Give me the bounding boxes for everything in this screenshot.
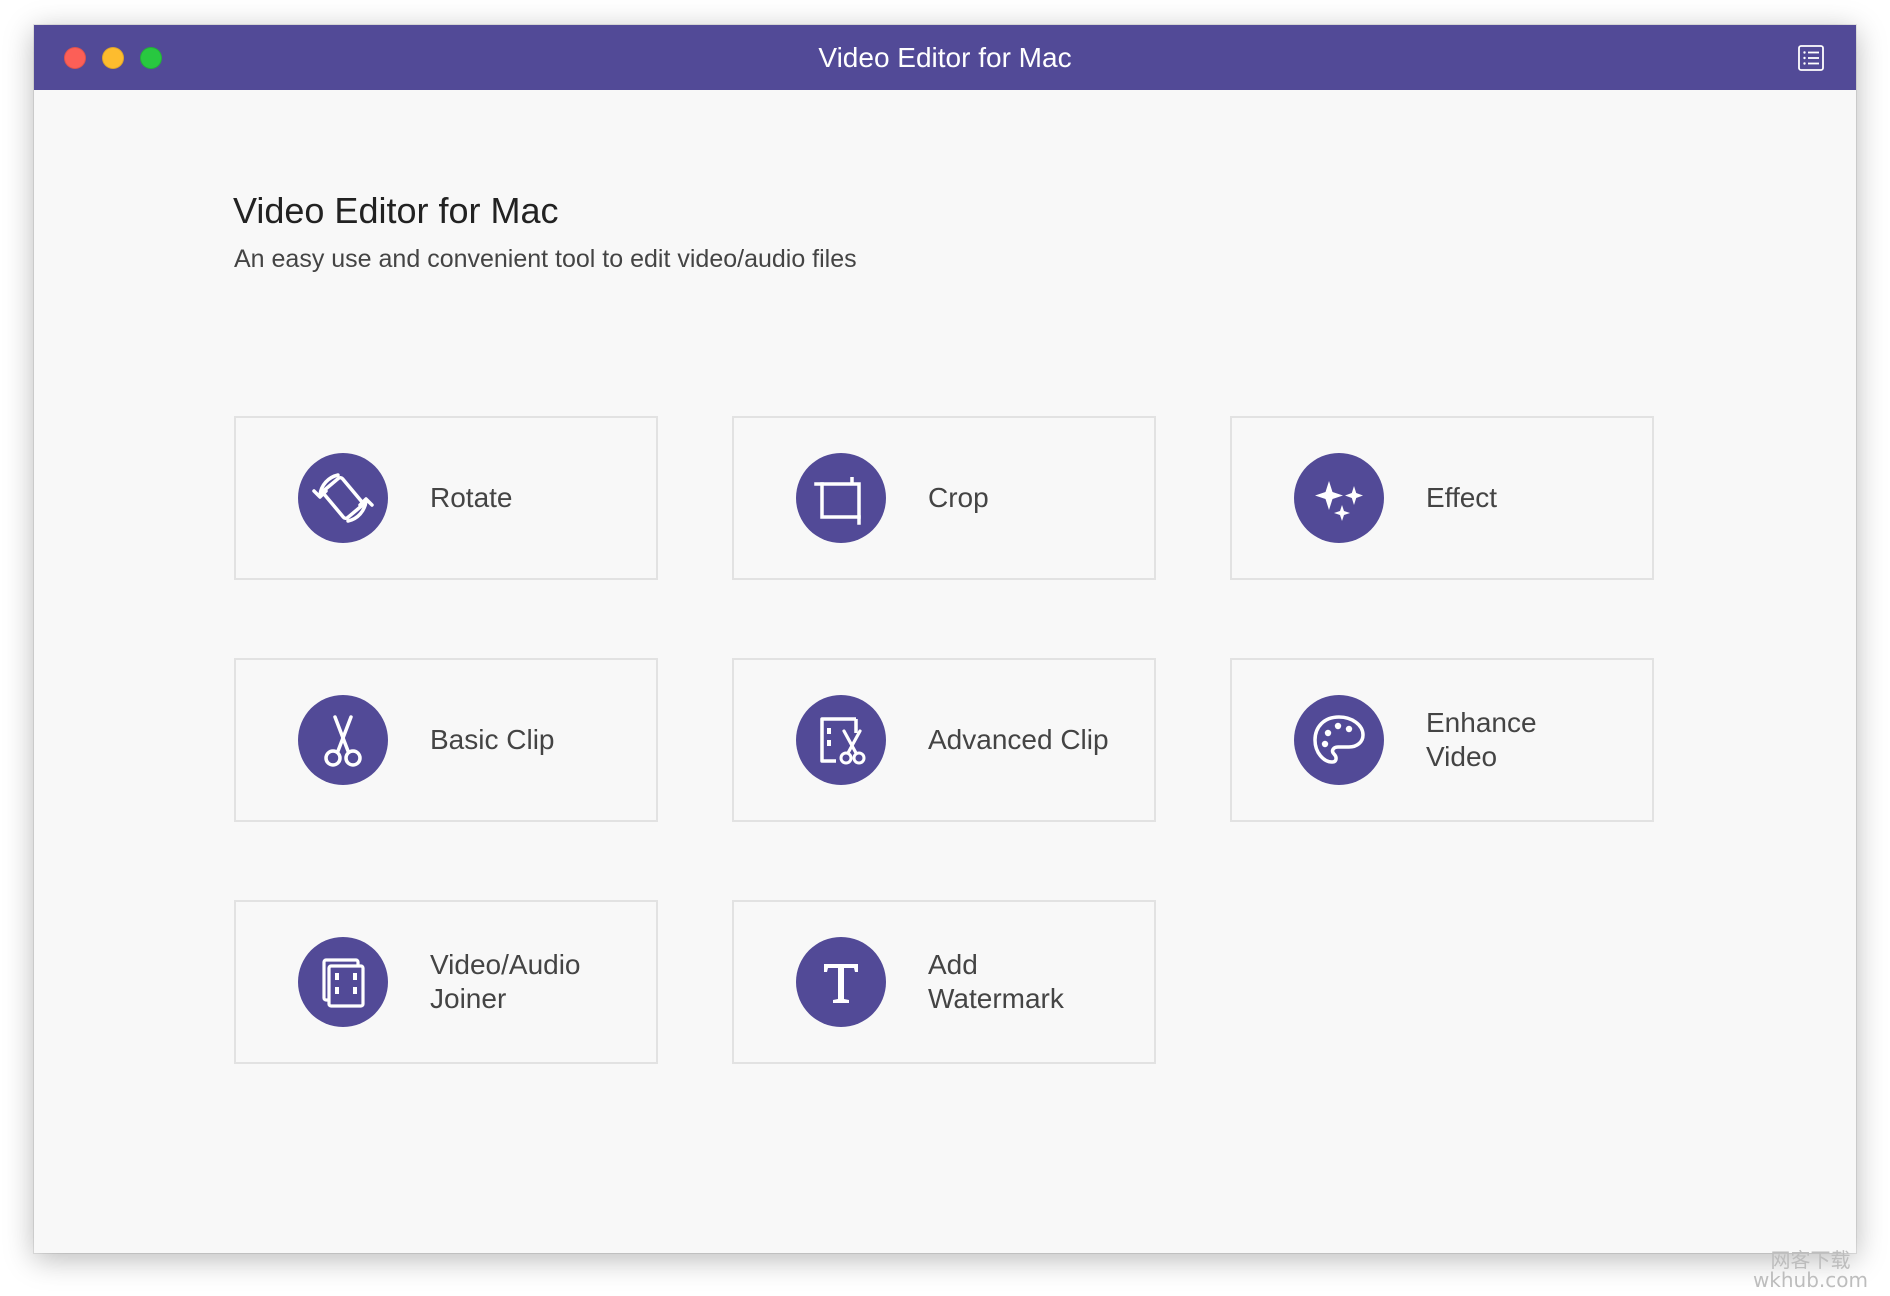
tile-label: Video/Audio Joiner: [430, 949, 581, 1014]
scissors-icon: [298, 695, 388, 785]
page-title: Video Editor for Mac: [233, 190, 559, 231]
add-watermark-tile[interactable]: Add Watermark: [732, 900, 1156, 1064]
enhance-video-tile[interactable]: Enhance Video: [1230, 658, 1654, 822]
text-t-icon: [796, 937, 886, 1027]
effect-tile[interactable]: Effect: [1230, 416, 1654, 580]
tile-label: Enhance Video: [1426, 707, 1537, 772]
tile-label: Advanced Clip: [928, 724, 1109, 755]
crop-icon: [796, 453, 886, 543]
title-bar[interactable]: Video Editor for Mac: [34, 25, 1856, 90]
video-audio-joiner-tile[interactable]: Video/Audio Joiner: [234, 900, 658, 1064]
tile-label: Add Watermark: [928, 949, 1064, 1014]
rotate-icon: [298, 453, 388, 543]
app-window: Video Editor for Mac Video Editor for Ma…: [34, 25, 1856, 1253]
advanced-clip-tile[interactable]: Advanced Clip: [732, 658, 1156, 822]
window-title: Video Editor for Mac: [818, 42, 1072, 73]
tile-label: Basic Clip: [430, 724, 555, 755]
watermark-line-1: 网客下载: [1770, 1248, 1851, 1272]
crop-tile[interactable]: Crop: [732, 416, 1156, 580]
site-watermark: 网客下载 wkhub.com: [1753, 1250, 1868, 1290]
page-subtitle: An easy use and convenient tool to edit …: [234, 245, 857, 273]
tile-label: Crop: [928, 482, 989, 513]
list-icon[interactable]: [1796, 43, 1826, 73]
basic-clip-tile[interactable]: Basic Clip: [234, 658, 658, 822]
watermark-line-2: wkhub.com: [1752, 1268, 1868, 1292]
film-scissors-icon: [796, 695, 886, 785]
rotate-tile[interactable]: Rotate: [234, 416, 658, 580]
tile-label: Effect: [1426, 482, 1498, 513]
sparkle-icon: [1294, 453, 1384, 543]
joiner-icon: [298, 937, 388, 1027]
tile-label: Rotate: [430, 482, 513, 513]
palette-icon: [1294, 695, 1384, 785]
